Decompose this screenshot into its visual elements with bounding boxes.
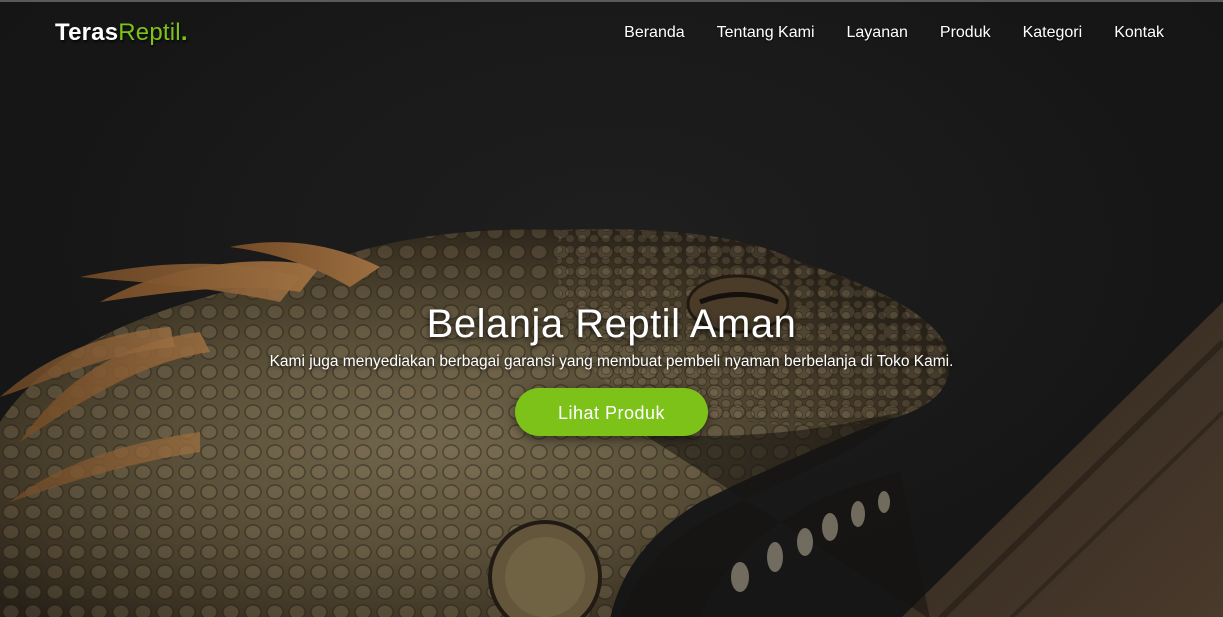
hero-title: Belanja Reptil Aman: [426, 302, 797, 346]
main-nav: Beranda Tentang Kami Layanan Produk Kate…: [624, 24, 1164, 42]
brand-logo-part2: Reptil: [118, 19, 181, 46]
hero-subtitle: Kami juga menyediakan berbagai garansi y…: [269, 353, 954, 370]
navbar: TerasReptil. Beranda Tentang Kami Layana…: [0, 2, 1223, 66]
nav-item-beranda[interactable]: Beranda: [624, 24, 685, 42]
nav-item-layanan[interactable]: Layanan: [847, 24, 908, 42]
brand-logo-dot: .: [180, 19, 188, 46]
brand-logo[interactable]: TerasReptil.: [55, 19, 188, 47]
nav-item-tentang-kami[interactable]: Tentang Kami: [717, 24, 815, 42]
hero-section: TerasReptil. Beranda Tentang Kami Layana…: [0, 0, 1223, 617]
nav-item-kategori[interactable]: Kategori: [1023, 24, 1083, 42]
lihat-produk-button[interactable]: Lihat Produk: [515, 388, 708, 436]
hero-content: Belanja Reptil Aman Kami juga menyediaka…: [0, 302, 1223, 436]
nav-item-kontak[interactable]: Kontak: [1114, 24, 1164, 42]
nav-item-produk[interactable]: Produk: [940, 24, 991, 42]
brand-logo-part1: Teras: [55, 19, 119, 46]
